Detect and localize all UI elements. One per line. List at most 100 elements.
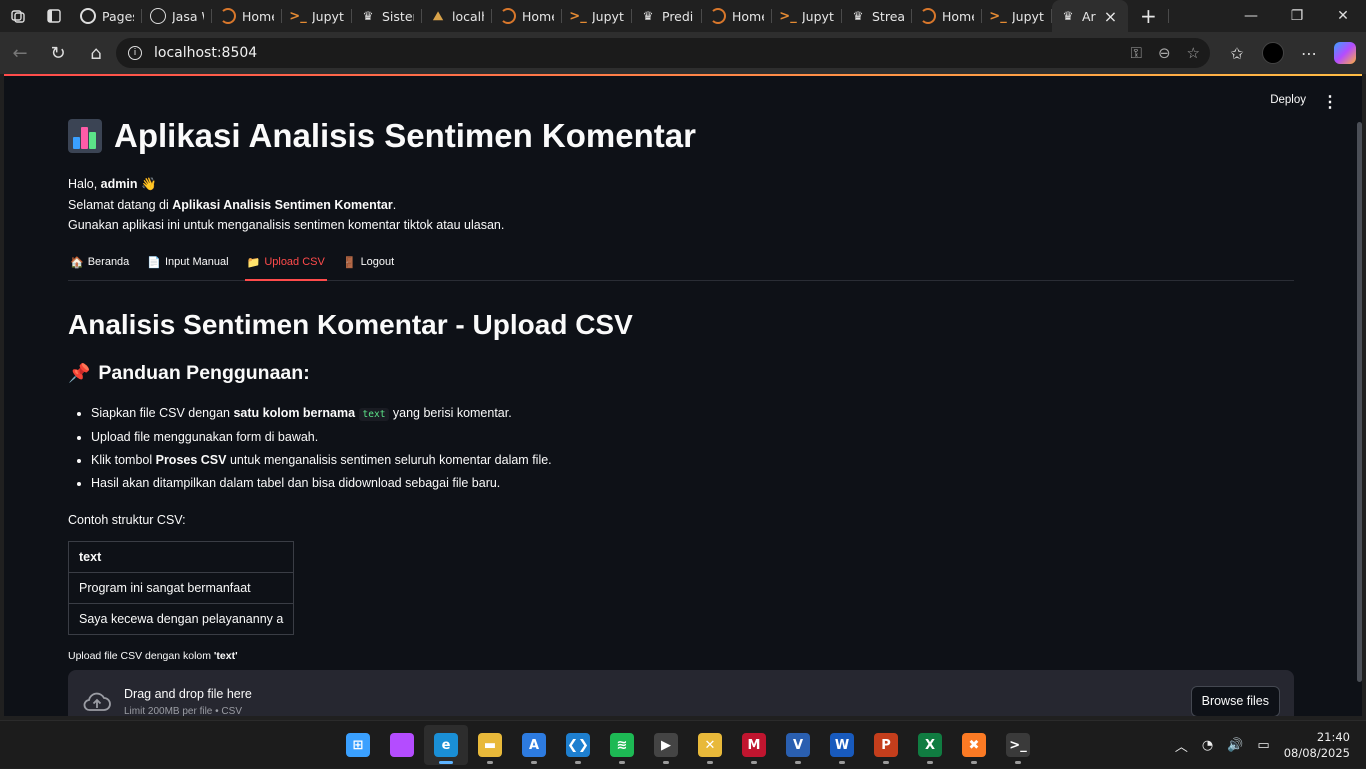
- jupyter-icon: >_: [989, 8, 1007, 24]
- file-explorer-icon: ▬: [478, 733, 502, 757]
- mendeley-icon: M: [742, 733, 766, 757]
- vscode-app[interactable]: ❮❯: [556, 725, 600, 765]
- word-app[interactable]: W: [820, 725, 864, 765]
- copilot-app[interactable]: [380, 725, 424, 765]
- word-icon: W: [830, 733, 854, 757]
- browser-tab[interactable]: Home: [492, 0, 562, 32]
- tab-label: Home: [242, 8, 274, 24]
- file-explorer-app[interactable]: ▬: [468, 725, 512, 765]
- media-player-app[interactable]: ▶: [644, 725, 688, 765]
- greeting-text: Halo,: [68, 177, 101, 191]
- streamlit-decoration-bar: [4, 74, 1362, 76]
- browser-tab[interactable]: ⛰ localhc: [422, 0, 492, 32]
- running-indicator: [971, 761, 977, 764]
- browser-tab[interactable]: Home: [702, 0, 772, 32]
- tab-list: Pages Jasa W Home >_ Jupyte ♛ Sistem ⛰ localhc Ho…: [72, 0, 1128, 32]
- clock[interactable]: 21:40 08/08/2025: [1284, 729, 1350, 761]
- spotify-app[interactable]: ≋: [600, 725, 644, 765]
- browse-files-button[interactable]: Browse files: [1190, 685, 1280, 716]
- tab-input-manual[interactable]: 📄 Input Manual: [145, 250, 230, 280]
- chevron-up-icon[interactable]: ︿: [1175, 736, 1188, 755]
- browser-tab[interactable]: Pages: [72, 0, 142, 32]
- restore-button[interactable]: ❐: [1274, 0, 1320, 32]
- table-cell: Saya kecewa dengan pelayananny a: [67, 602, 295, 635]
- mendeley-app[interactable]: M: [732, 725, 776, 765]
- table-cell: Program ini sangat bermanfaat: [67, 571, 295, 604]
- edge-app[interactable]: e: [424, 725, 468, 765]
- excel-app[interactable]: X: [908, 725, 952, 765]
- running-indicator: [883, 761, 889, 764]
- tab-label: Home: [942, 8, 974, 24]
- battery-icon[interactable]: ▭: [1257, 738, 1269, 753]
- jupyter-icon: >_: [779, 8, 797, 24]
- copilot-icon[interactable]: [1334, 42, 1356, 64]
- close-tab-icon[interactable]: ×: [1104, 7, 1117, 26]
- jetbrains-app[interactable]: A: [512, 725, 556, 765]
- tab-beranda[interactable]: 🏠 Beranda: [68, 250, 131, 280]
- favorite-star-icon[interactable]: ☆: [1187, 44, 1200, 62]
- tab-actions-icon[interactable]: [36, 0, 72, 32]
- main-menu-icon[interactable]: ⋮: [1322, 92, 1338, 112]
- page-scrollbar[interactable]: [1357, 122, 1362, 682]
- wifi-icon[interactable]: ◔: [1202, 738, 1213, 753]
- git-tool-app[interactable]: ✕: [688, 725, 732, 765]
- table-row: Saya kecewa dengan pelayananny a: [67, 602, 295, 635]
- browser-tab[interactable]: ♛ Prediks: [632, 0, 702, 32]
- browser-tab[interactable]: Home: [212, 0, 282, 32]
- volume-icon[interactable]: 🔊: [1227, 738, 1243, 753]
- workspaces-icon[interactable]: [0, 0, 36, 32]
- address-bar[interactable]: i localhost:8504 ⚿ ⊖ ☆: [116, 38, 1210, 68]
- minimize-button[interactable]: —: [1228, 0, 1274, 32]
- wave-icon: 👋: [140, 177, 157, 191]
- profile-avatar[interactable]: [1262, 42, 1284, 64]
- vm-app[interactable]: V: [776, 725, 820, 765]
- home-button[interactable]: ⌂: [78, 37, 114, 69]
- browser-tab[interactable]: >_ Jupyte: [562, 0, 632, 32]
- browser-tab[interactable]: >_ Jupyte: [772, 0, 842, 32]
- terminal-app[interactable]: >_: [996, 725, 1040, 765]
- more-menu-icon[interactable]: ⋯: [1298, 44, 1320, 63]
- nav-tab-label: Upload CSV: [264, 255, 325, 268]
- site-info-icon[interactable]: i: [128, 46, 142, 60]
- browser-tab[interactable]: Home: [912, 0, 982, 32]
- reload-button[interactable]: ↻: [40, 37, 76, 69]
- guide-heading-text: Panduan Penggunaan:: [98, 362, 310, 384]
- browser-tab[interactable]: ♛ Sistem: [352, 0, 422, 32]
- home-spinner-icon: [220, 8, 236, 24]
- powerpoint-app[interactable]: P: [864, 725, 908, 765]
- password-key-icon[interactable]: ⚿: [1131, 44, 1142, 62]
- new-tab-button[interactable]: +: [1128, 0, 1169, 32]
- tab-upload-csv[interactable]: 📁 Upload CSV: [244, 250, 328, 281]
- window-controls: — ❐ ✕: [1228, 0, 1366, 32]
- start-button[interactable]: ⊞: [336, 725, 380, 765]
- file-dropzone[interactable]: Drag and drop file here Limit 200MB per …: [68, 669, 1294, 716]
- zoom-icon[interactable]: ⊖: [1158, 44, 1171, 62]
- tab-logout[interactable]: 🚪 Logout: [341, 250, 396, 280]
- welcome-app-name: Aplikasi Analisis Sentimen Komentar: [172, 197, 393, 212]
- deploy-button[interactable]: Deploy: [1270, 94, 1306, 106]
- greeting-block: Halo, admin 👋 Selamat datang di Aplikasi…: [68, 174, 1294, 236]
- browser-tab[interactable]: ♛ Ar ×: [1052, 0, 1128, 32]
- xampp-app[interactable]: ✖: [952, 725, 996, 765]
- globe-icon: [150, 8, 166, 24]
- favorites-icon[interactable]: ✩: [1226, 44, 1248, 63]
- browser-tab-strip: Pages Jasa W Home >_ Jupyte ♛ Sistem ⛰ localhc Ho…: [0, 0, 1366, 32]
- browser-tab[interactable]: >_ Jupyte: [282, 0, 352, 32]
- nav-tab-icon: 🏠: [70, 256, 84, 269]
- pushpin-icon: 📌: [68, 363, 91, 383]
- welcome-suffix: .: [392, 197, 397, 212]
- running-indicator: [575, 761, 581, 764]
- tab-label: Pages: [102, 8, 134, 24]
- browser-tab[interactable]: >_ Jupyte: [982, 0, 1052, 32]
- taskbar-apps: ⊞ e ▬ A ❮❯ ≋ ▶ ✕ M V W P X ✖ >_: [336, 725, 1040, 765]
- browser-tab[interactable]: Jasa W: [142, 0, 212, 32]
- xampp-icon: ✖: [962, 733, 986, 757]
- url-text[interactable]: localhost:8504: [154, 45, 257, 61]
- tab-label: Jupyte: [592, 8, 624, 24]
- browser-tab[interactable]: ♛ Stream: [842, 0, 912, 32]
- close-window-button[interactable]: ✕: [1320, 0, 1366, 32]
- dropzone-title: Drag and drop file here: [124, 686, 252, 701]
- back-button[interactable]: ←: [2, 37, 38, 69]
- tab-label: Jasa W: [172, 8, 204, 24]
- running-indicator: [1015, 761, 1021, 764]
